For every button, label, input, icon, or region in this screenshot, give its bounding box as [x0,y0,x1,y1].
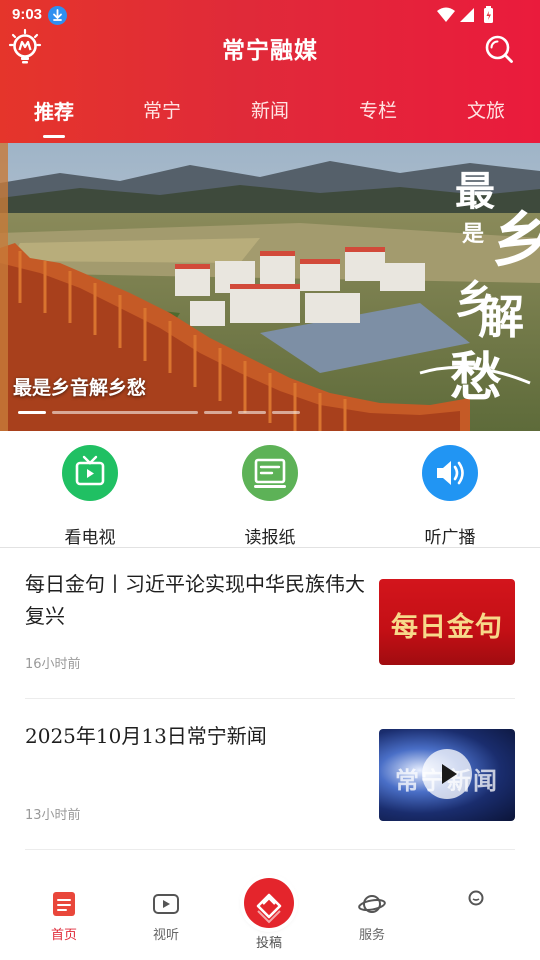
svg-text:是: 是 [462,221,484,247]
newspaper-icon [242,445,298,501]
tab-recommend[interactable]: 推荐 [14,96,94,125]
news-title: 2025年10月13日常宁新闻 [25,724,267,748]
nav-home[interactable]: 首页 [24,890,104,950]
battery-icon [484,6,493,23]
carousel-dot-active [18,411,46,414]
news-time: 13小时前 [25,808,81,823]
section-divider [0,547,540,548]
svg-text:最: 最 [455,168,495,215]
tab-bar: 推荐 常宁 新闻 专栏 文旅 [0,96,540,138]
video-icon [152,890,180,918]
tv-icon [62,445,118,501]
quick-entry-label: 看电视 [64,528,116,548]
wifi-icon [437,7,455,22]
svg-text:愁: 愁 [450,347,502,408]
nav-profile[interactable] [436,890,516,950]
quick-entry-tv[interactable]: 看电视 [30,445,150,548]
tab-column[interactable]: 专栏 [338,96,418,123]
nav-service[interactable]: 服务 [332,890,412,950]
status-bar: 9:03 [0,0,540,30]
news-title: 每日金句丨习近平论实现中华民族伟大复兴 [25,572,365,628]
status-icons [436,6,506,24]
news-thumbnail: 每日金句 [379,579,515,665]
quick-entry-label: 听广播 [424,528,476,548]
banner-caption: 最是乡音解乡愁 [13,377,147,399]
submit-icon [256,893,282,924]
quick-entry-label: 读报纸 [244,528,296,548]
header: 9:03 常宁融媒 推荐 常宁 新闻 专栏 文旅 [0,0,540,143]
active-tab-indicator [43,135,65,138]
quick-entry-row: 看电视 读报纸 听广播 [0,431,540,548]
app-title: 常宁融媒 [222,38,318,64]
search-icon[interactable] [484,34,514,64]
tab-culture-travel[interactable]: 文旅 [446,96,526,123]
signal-icon [460,8,474,22]
nav-av[interactable]: 视听 [126,890,206,950]
user-icon [462,890,490,918]
carousel-dot [238,411,266,414]
nav-label: 投稿 [255,936,282,951]
title-row: 常宁融媒 [0,28,540,68]
list-separator [25,698,515,699]
news-video-thumbnail: 常宁新闻 [379,729,515,821]
submit-button[interactable] [244,878,294,928]
svg-text:解: 解 [478,290,524,344]
app-root: 9:03 常宁融媒 推荐 常宁 新闻 专栏 文旅 最 是 乡 乡 解 愁 最是乡… [0,0,540,960]
home-icon [50,890,78,918]
svg-text:乡: 乡 [492,206,540,276]
carousel-dot [204,411,232,414]
banner-carousel[interactable]: 最 是 乡 乡 解 愁 最是乡音解乡愁 [0,143,540,431]
news-time: 16小时前 [25,657,81,672]
tab-news[interactable]: 新闻 [230,96,310,123]
news-item[interactable]: 2025年10月13日常宁新闻 13小时前 常宁新闻 [25,720,515,832]
nav-label: 服务 [358,928,385,943]
carousel-dot [272,411,300,414]
carousel-dot [52,411,198,414]
speaker-icon [422,445,478,501]
planet-icon [358,890,386,918]
list-separator [25,849,515,850]
nav-label: 视听 [152,928,179,943]
tab-changning[interactable]: 常宁 [122,96,202,123]
thumbnail-text: 每日金句 [391,612,503,643]
nav-label: 首页 [50,928,77,943]
news-item[interactable]: 每日金句丨习近平论实现中华民族伟大复兴 16小时前 每日金句 [25,568,515,680]
play-icon[interactable] [422,749,472,799]
status-time: 9:03 [12,6,43,23]
quick-entry-newspaper[interactable]: 读报纸 [210,445,330,548]
bottom-nav: 首页 视听 投稿 服务 [0,868,540,960]
quick-entry-radio[interactable]: 听广播 [390,445,510,548]
carousel-indicator [18,411,308,414]
download-icon [48,6,67,25]
